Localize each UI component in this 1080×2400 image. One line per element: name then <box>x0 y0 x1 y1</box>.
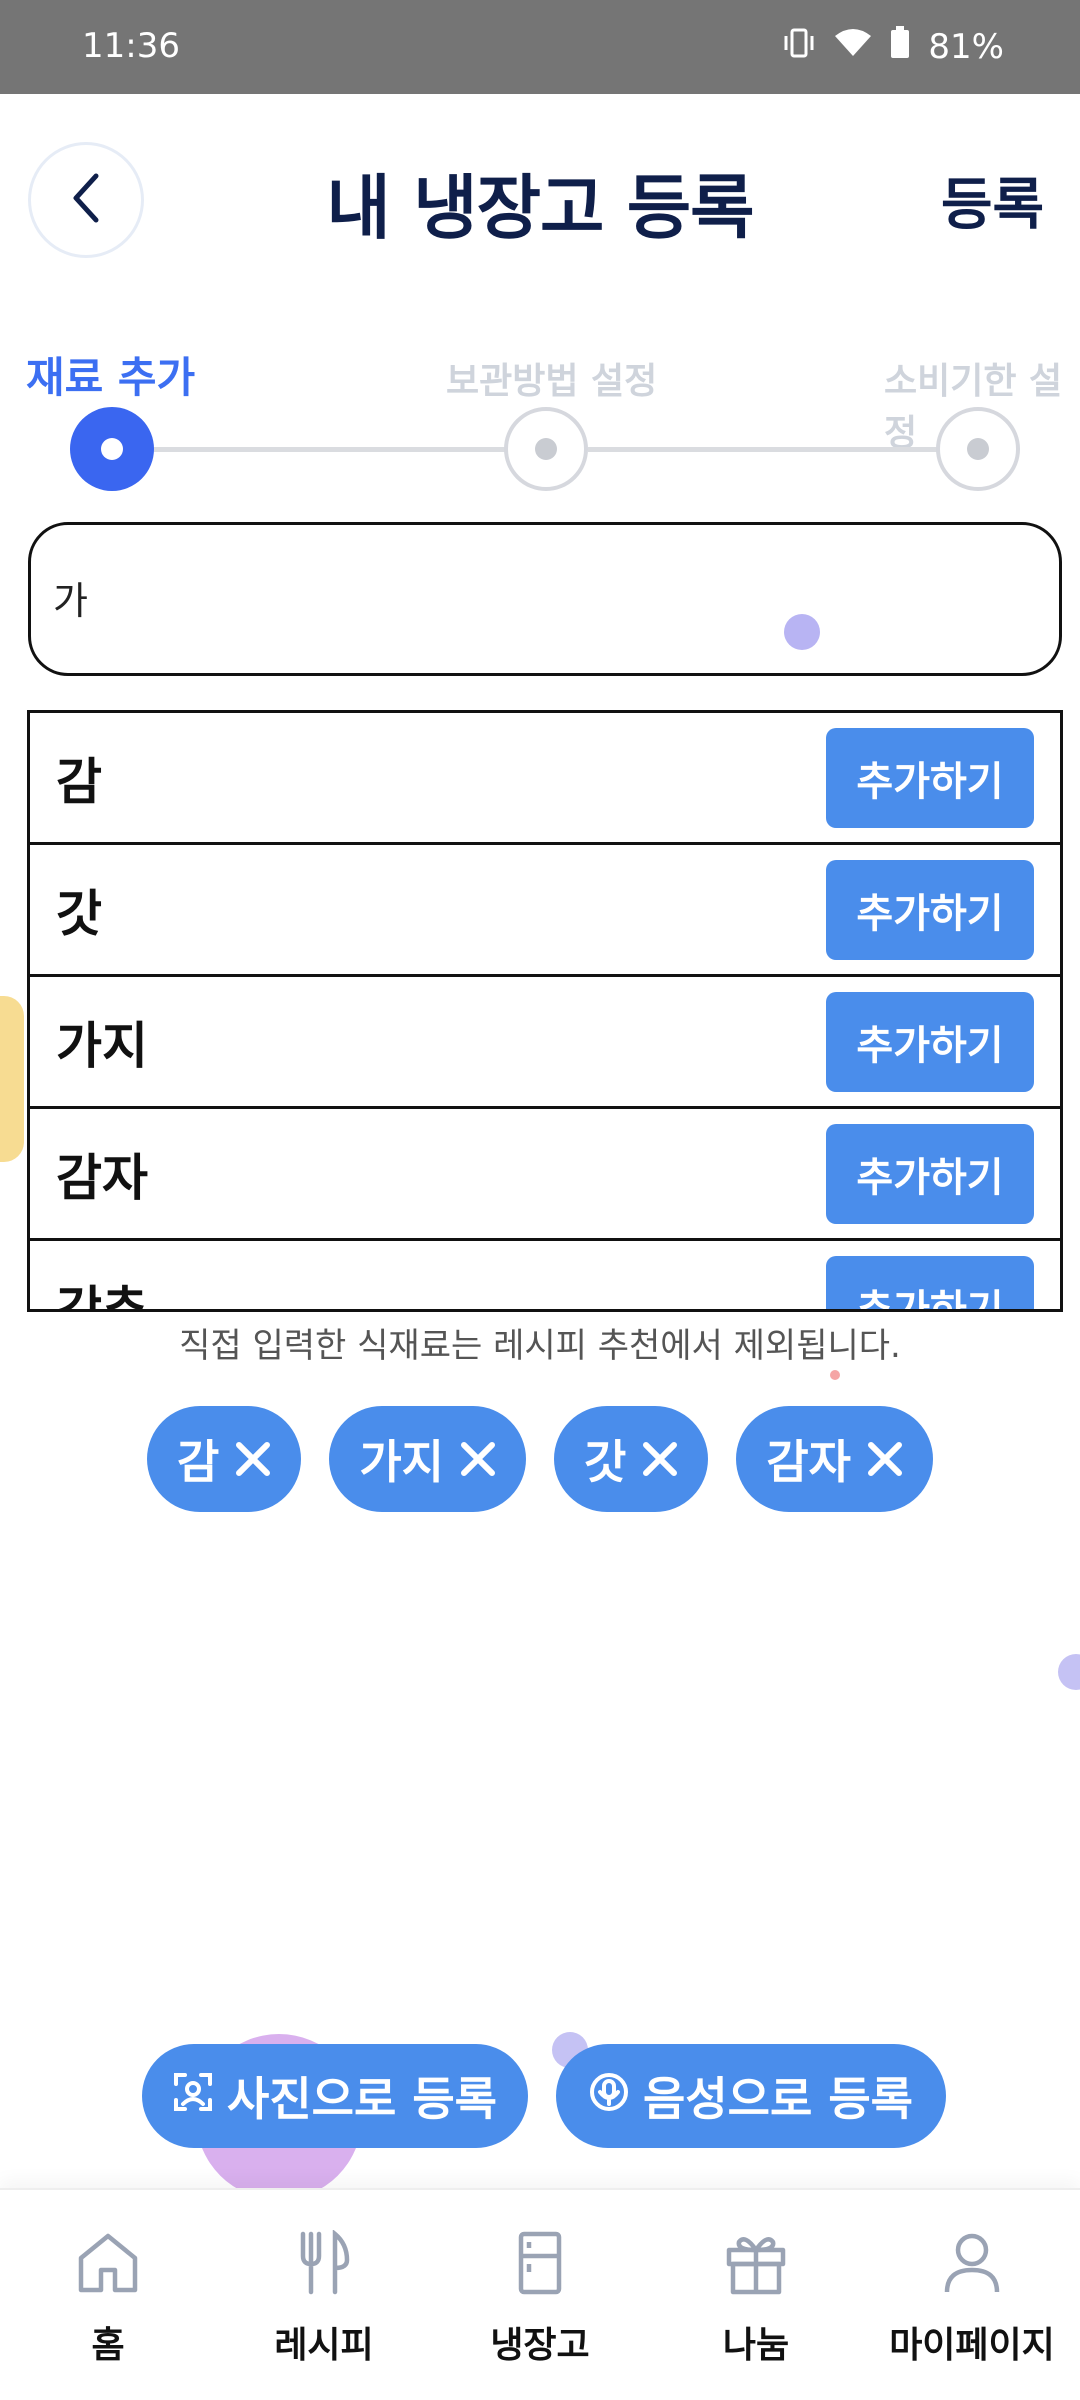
chip-label: 갓 <box>584 1435 627 1489</box>
fridge-icon <box>507 2230 573 2300</box>
ingredient-chip[interactable]: 감자 <box>736 1406 933 1512</box>
list-item: 가지 추가하기 <box>30 977 1060 1109</box>
battery-percent: 81% <box>928 26 1004 67</box>
list-item: 갓 추가하기 <box>30 845 1060 977</box>
close-icon[interactable] <box>233 1439 273 1479</box>
status-time: 11:36 <box>82 26 180 66</box>
home-icon <box>75 2230 141 2300</box>
selected-ingredients: 감 가지 갓 감자 <box>0 1406 1080 1512</box>
ingredient-search-input[interactable] <box>53 575 1013 619</box>
status-icons: 81% <box>782 26 1004 67</box>
add-button[interactable]: 추가하기 <box>826 727 1034 828</box>
nav-item-recipe[interactable]: 레시피 <box>216 2190 432 2400</box>
register-by-voice-label: 음성으로 등록 <box>643 2072 913 2126</box>
ingredient-name: 감 <box>56 752 102 811</box>
decorative-shape <box>0 996 24 1162</box>
list-item: 감자 추가하기 <box>30 1109 1060 1241</box>
add-button[interactable]: 추가하기 <box>826 1255 1034 1309</box>
decorative-dot <box>1058 1654 1080 1690</box>
chip-label: 감자 <box>766 1435 851 1489</box>
bottom-navigation: 홈 레시피 냉장고 나눔 마이페이지 <box>0 2188 1080 2400</box>
list-item: 감 추가하기 <box>30 713 1060 845</box>
add-button[interactable]: 추가하기 <box>826 1123 1034 1224</box>
register-by-voice-button[interactable]: 음성으로 등록 <box>556 2044 946 2148</box>
nav-label: 홈 <box>91 2325 125 2366</box>
close-icon[interactable] <box>640 1439 680 1479</box>
status-bar: 11:36 81% <box>0 0 1080 94</box>
step-connector <box>588 447 942 452</box>
ingredient-chip[interactable]: 감 <box>147 1406 302 1512</box>
nav-label: 레시피 <box>274 2325 374 2366</box>
ingredient-name: 감자 <box>56 1148 148 1207</box>
register-by-photo-button[interactable]: 사진으로 등록 <box>142 2044 528 2148</box>
nav-item-mypage[interactable]: 마이페이지 <box>864 2190 1080 2400</box>
register-by-photo-label: 사진으로 등록 <box>227 2072 497 2126</box>
ingredient-name: 가지 <box>56 1016 148 1075</box>
gift-icon <box>723 2230 789 2300</box>
step-indicator-1 <box>70 407 154 491</box>
ingredient-name: 갓 <box>56 884 102 943</box>
chip-label: 가지 <box>359 1435 444 1489</box>
step-label-storage: 보관방법 설정 <box>446 361 658 402</box>
decorative-dot <box>830 1370 840 1380</box>
add-button[interactable]: 추가하기 <box>826 859 1034 960</box>
search-results-list[interactable]: 감 추가하기 갓 추가하기 가지 추가하기 감자 추가하기 갓추 추가하기 <box>27 710 1063 1312</box>
nav-item-share[interactable]: 나눔 <box>648 2190 864 2400</box>
face-scan-icon <box>173 2069 213 2123</box>
add-button[interactable]: 추가하기 <box>826 991 1034 1092</box>
manual-entry-notice: 직접 입력한 식재료는 레시피 추천에서 제외됩니다. <box>179 1326 901 1366</box>
register-button[interactable]: 등록 <box>941 160 1044 241</box>
close-icon[interactable] <box>865 1439 905 1479</box>
fork-knife-icon <box>291 2229 357 2300</box>
microphone-icon <box>589 2069 629 2123</box>
battery-icon <box>890 26 910 67</box>
ingredient-search-box[interactable] <box>28 522 1062 676</box>
step-label-add-ingredient: 재료 추가 <box>26 353 196 402</box>
person-icon <box>939 2230 1005 2300</box>
nav-item-home[interactable]: 홈 <box>0 2190 216 2400</box>
nav-label: 나눔 <box>722 2325 790 2366</box>
vibrate-icon <box>782 27 816 67</box>
close-icon[interactable] <box>458 1439 498 1479</box>
step-indicator-2 <box>504 407 588 491</box>
nav-item-fridge[interactable]: 냉장고 <box>432 2190 648 2400</box>
ingredient-chip[interactable]: 가지 <box>329 1406 526 1512</box>
nav-label: 냉장고 <box>490 2325 590 2366</box>
step-indicator-3 <box>936 407 1020 491</box>
page-title: 내 냉장고 등록 <box>326 167 754 249</box>
ingredient-chip[interactable]: 갓 <box>554 1406 709 1512</box>
decorative-dot <box>784 614 820 650</box>
chip-label: 감 <box>177 1435 220 1489</box>
ingredient-name: 갓추 <box>56 1280 148 1312</box>
list-item: 갓추 추가하기 <box>30 1241 1060 1312</box>
wifi-icon <box>834 27 872 67</box>
step-connector <box>112 447 506 452</box>
nav-label: 마이페이지 <box>889 2325 1055 2366</box>
